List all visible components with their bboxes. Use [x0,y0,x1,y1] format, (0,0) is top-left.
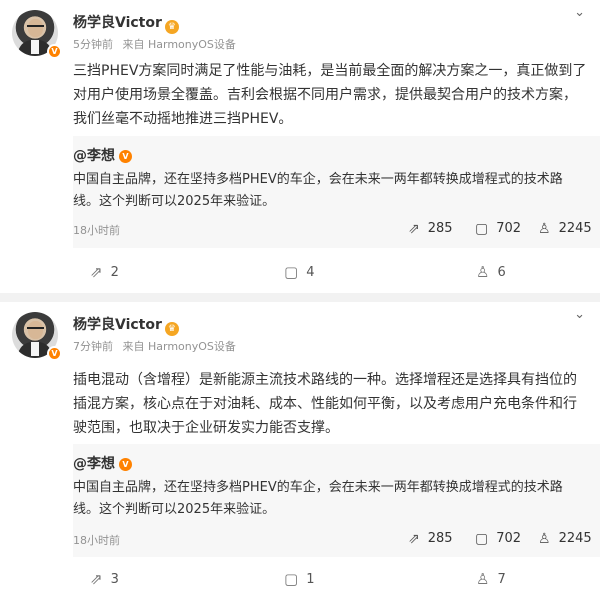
like-icon: ♙ [476,263,490,281]
quoted-repost-button[interactable]: ⇗ 285 [408,531,453,547]
quoted-author[interactable]: @李想 V [73,145,132,165]
post-time[interactable]: 5分钟前 [73,38,113,51]
quoted-post[interactable]: @李想 V 中国自主品牌，还在坚持多档PHEV的车企，会在未来一两年都转换成增程式… [73,444,600,557]
weibo-post-1: V 杨学良Victor ♛ 5分钟前 来自 HarmonyOS设备 ⌄ 三挡PHE… [0,0,600,293]
author-name[interactable]: 杨学良Victor ♛ [73,314,179,336]
post-meta: 5分钟前 来自 HarmonyOS设备 [73,36,242,52]
post-source: 来自 HarmonyOS设备 [122,38,236,51]
verified-badge-icon: V [119,150,132,163]
repost-icon: ⇗ [408,221,420,237]
author-name[interactable]: 杨学良Victor ♛ [73,12,179,34]
chevron-down-icon[interactable]: ⌄ [574,307,585,322]
weibo-post-2: V 杨学良Victor ♛ 7分钟前 来自 HarmonyOS设备 ⌄ 插电混动（… [0,302,600,600]
comment-icon: ▢ [284,570,299,588]
quoted-like-button[interactable]: ♙ 2245 [538,531,592,547]
chevron-down-icon[interactable]: ⌄ [574,5,585,20]
repost-button[interactable]: ⇗ 3 [90,570,119,588]
comment-icon: ▢ [475,531,489,547]
repost-button[interactable]: ⇗ 2 [90,263,119,281]
like-icon: ♙ [538,531,551,547]
comment-icon: ▢ [475,221,489,237]
comment-icon: ▢ [284,263,299,281]
like-icon: ♙ [538,221,551,237]
comment-button[interactable]: ▢ 1 [284,570,314,588]
like-button[interactable]: ♙ 6 [476,263,506,281]
post-meta: 7分钟前 来自 HarmonyOS设备 [73,338,242,354]
post-time[interactable]: 7分钟前 [73,340,113,353]
quoted-comment-button[interactable]: ▢ 702 [475,531,521,547]
repost-icon: ⇗ [408,531,420,547]
crown-icon: ♛ [164,20,179,34]
like-button[interactable]: ♙ 7 [476,570,506,588]
quoted-text: 中国自主品牌，还在坚持多档PHEV的车企，会在未来一两年都转换成增程式的技术路线… [73,172,563,209]
repost-icon: ⇗ [90,263,103,281]
verified-badge-icon: V [47,44,62,59]
quoted-time: 18小时前 [73,534,120,547]
quoted-post[interactable]: @李想 V 中国自主品牌，还在坚持多档PHEV的车企，会在未来一两年都转换成增程式… [73,136,600,248]
quoted-author[interactable]: @李想 V [73,453,132,473]
verified-badge-icon: V [119,458,132,471]
quoted-text: 中国自主品牌，还在坚持多档PHEV的车企，会在未来一两年都转换成增程式的技术路线… [73,480,563,517]
comment-button[interactable]: ▢ 4 [284,263,314,281]
verified-badge-icon: V [47,346,62,361]
like-icon: ♙ [476,570,490,588]
post-source: 来自 HarmonyOS设备 [122,340,236,353]
quoted-comment-button[interactable]: ▢ 702 [475,221,521,237]
quoted-like-button[interactable]: ♙ 2245 [538,221,592,237]
repost-icon: ⇗ [90,570,103,588]
crown-icon: ♛ [164,322,179,336]
quoted-repost-button[interactable]: ⇗ 285 [408,221,453,237]
quoted-time: 18小时前 [73,224,120,237]
post-text: 三挡PHEV方案同时满足了性能与油耗，是当前最全面的解决方案之一，真正做到了对用… [73,63,587,127]
post-text: 插电混动（含增程）是新能源主流技术路线的一种。选择增程还是选择具有挡位的插混方案… [73,372,577,436]
